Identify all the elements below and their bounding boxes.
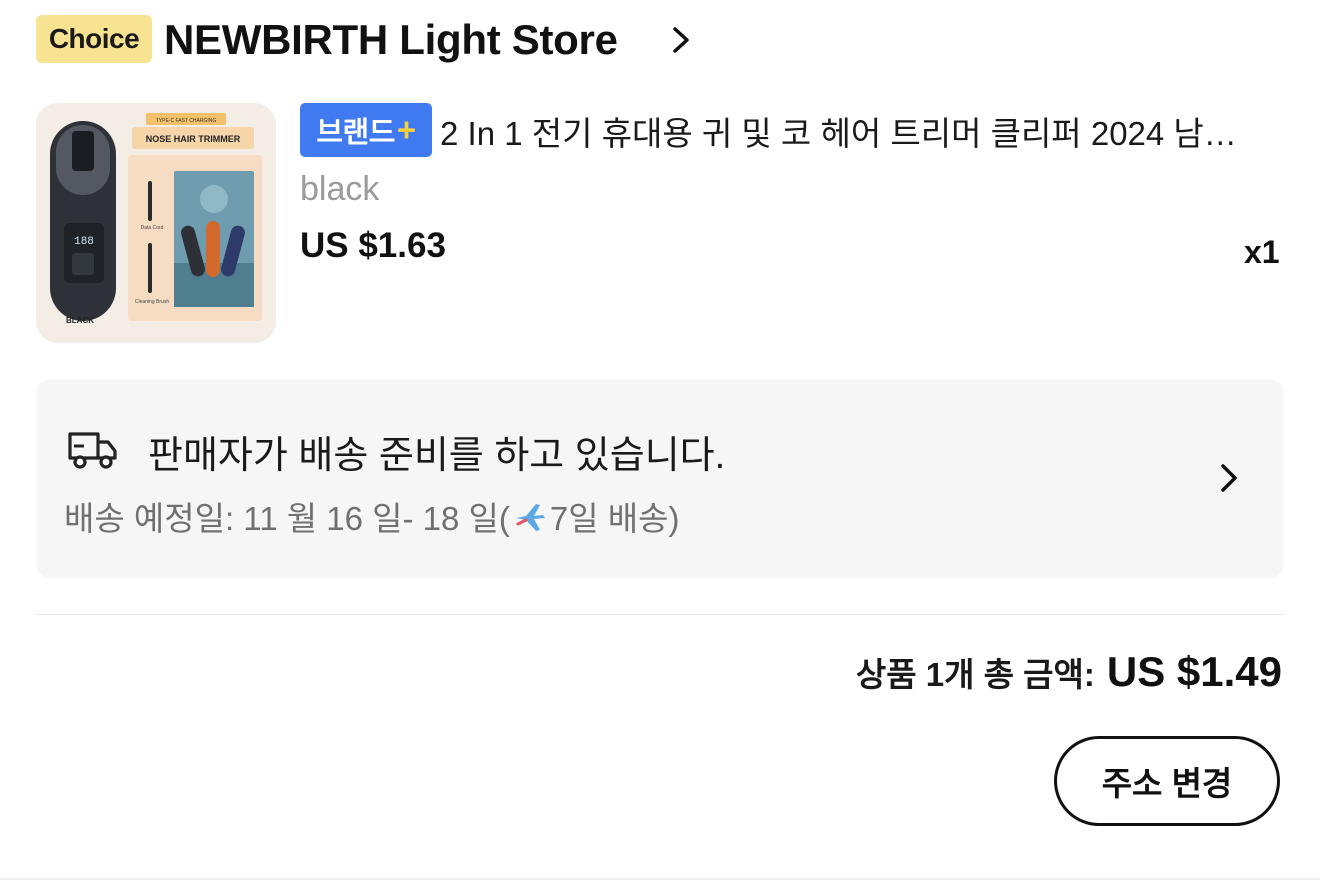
accessory-2-label: Cleaning Brush [135,299,169,305]
delivery-date-text: 배송 예정일: 11 월 16 일- 18 일( [64,500,510,537]
product-quantity: x1 [1244,234,1280,270]
delivery-duration-text: 7일 배송) [549,500,680,537]
brand-badge-label: 브랜드 [316,117,395,149]
color-caption: BLACK [66,316,94,325]
change-address-button[interactable]: 주소 변경 [1054,736,1280,826]
order-total: 상품 1개 총 금액: US $1.49 [856,648,1282,696]
display-digits: 188 [74,236,94,248]
chevron-right-icon[interactable] [666,22,696,58]
brand-plus-badge: 브랜드 + [300,103,432,157]
product-price: US $1.63 [300,226,446,265]
box-label-top: TYPE-C FAST CHARGING [156,118,217,124]
shipping-status-text: 판매자가 배송 준비를 하고 있습니다. [148,435,726,477]
product-title[interactable]: 2 In 1 전기 휴대용 귀 및 코 헤어 트리머 클리퍼 2024 남… [440,108,1282,154]
total-label: 상품 1개 총 금액: [855,656,1095,693]
accessory-1-label: Data Cord [141,225,164,231]
product-image[interactable]: 188 BLACK TYPE-C FAST CHARGING NOSE HAIR… [36,103,276,343]
truck-icon [68,432,117,469]
store-name-link[interactable]: NEWBIRTH Light Store [164,12,618,68]
brand-plus-icon: + [396,111,416,148]
chevron-right-icon[interactable] [1216,459,1242,497]
choice-badge: Choice [36,15,152,63]
divider [36,614,1284,615]
airplane-icon [515,504,545,531]
box-label: NOSE HAIR TRIMMER [146,134,241,144]
estimated-delivery: 배송 예정일: 11 월 16 일- 18 일( 7일 배송) [64,492,679,540]
total-value: US $1.49 [1106,648,1282,695]
product-variant: black [300,170,380,208]
